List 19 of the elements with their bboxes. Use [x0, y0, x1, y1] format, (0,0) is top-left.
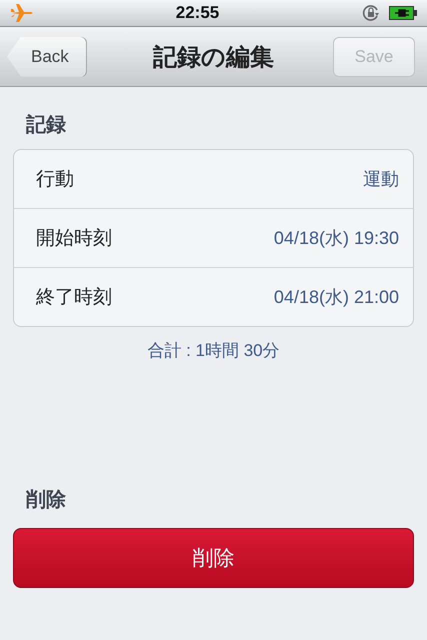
delete-button[interactable]: 削除 [13, 528, 414, 588]
row-value: 04/18(水) 21:00 [274, 286, 399, 309]
row-value: 04/18(水) 19:30 [274, 227, 399, 250]
nav-title: 記録の編集 [153, 44, 274, 70]
row-value: 運動 [363, 168, 399, 191]
battery-icon [388, 6, 417, 20]
status-time: 22:55 [176, 3, 220, 23]
section-header: 記録 [24, 113, 67, 138]
record-row[interactable]: 開始時刻 04/18(水) 19:30 [14, 208, 413, 267]
row-label: 終了時刻 [36, 286, 112, 310]
row-label: 開始時刻 [36, 227, 112, 251]
total-duration: 合計 : 1時間 30分 [147, 341, 280, 360]
record-row[interactable]: 終了時刻 04/18(水) 21:00 [14, 267, 413, 326]
row-label: 行動 [36, 168, 74, 192]
back-button[interactable]: Back [7, 36, 87, 76]
record-row[interactable]: 行動 運動 [14, 150, 413, 208]
rotation-lock-icon [360, 3, 381, 23]
airplane-icon [10, 3, 34, 23]
section-header: 削除 [25, 488, 67, 513]
